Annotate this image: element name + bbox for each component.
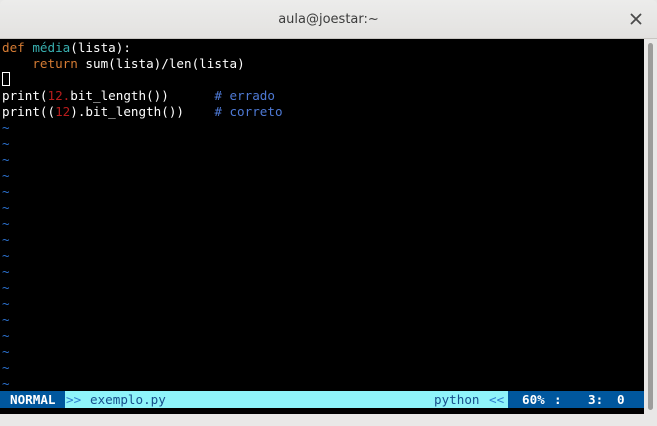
empty-line-marker: ~ [2, 280, 10, 295]
filetype-label: python [434, 392, 480, 407]
code-line: print((12).bit_length()) # correto [2, 104, 283, 120]
empty-line-marker: ~ [2, 120, 10, 135]
code-token: 12 [55, 104, 71, 119]
text-cursor [2, 72, 10, 86]
code-token: sum(lista)/len(lista) [77, 56, 245, 71]
terminal-window: aula@joestar:~ def média(lista): return … [0, 0, 657, 426]
code-token: print(( [2, 104, 56, 119]
empty-line-marker: ~ [2, 376, 10, 391]
empty-line-marker: ~ [2, 168, 10, 183]
empty-line-marker: ~ [2, 296, 10, 311]
window-title: aula@joestar:~ [278, 12, 379, 27]
position-block: 60% : 3: 0 [508, 391, 644, 408]
right-separator: << [489, 392, 505, 407]
empty-line-marker: ~ [2, 200, 10, 215]
empty-line-marker: ~ [2, 264, 10, 279]
code-token: def [2, 40, 33, 55]
code-line [2, 72, 10, 88]
vim-editor-area[interactable]: def média(lista): return sum(lista)/len(… [0, 39, 644, 414]
empty-line-marker: ~ [2, 344, 10, 359]
code-token: (lista): [70, 40, 131, 55]
empty-line-marker: ~ [2, 152, 10, 167]
code-token: # correto [214, 104, 283, 119]
title-bar[interactable]: aula@joestar:~ [0, 0, 657, 39]
empty-line-marker: ~ [2, 184, 10, 199]
scrollbar[interactable] [644, 39, 657, 414]
empty-line-marker: ~ [2, 136, 10, 151]
scrollbar-thumb[interactable] [648, 43, 653, 410]
mode-indicator: NORMAL [0, 391, 65, 408]
code-line: print(12.bit_length()) # errado [2, 88, 275, 104]
code-token: ).bit_length()) [70, 104, 215, 119]
line-number: 3: [588, 392, 604, 407]
window-bottom-frame [0, 414, 657, 426]
close-icon[interactable] [628, 11, 644, 27]
code-token: print( [2, 88, 48, 103]
code-token: return [32, 56, 78, 71]
empty-line-marker: ~ [2, 232, 10, 247]
empty-line-marker: ~ [2, 216, 10, 231]
percent-label: 60% [522, 392, 545, 407]
percent-colon: : [554, 392, 562, 407]
code-line: return sum(lista)/len(lista) [2, 56, 245, 72]
code-token: média [32, 40, 71, 55]
filename-label: exemplo.py [90, 392, 166, 407]
empty-line-marker: ~ [2, 360, 10, 375]
empty-line-marker: ~ [2, 312, 10, 327]
left-separator: >> [66, 392, 82, 407]
vim-statusline: NORMAL >> exemplo.py python << 60% : 3: … [0, 391, 644, 408]
code-token: 12. [47, 88, 71, 103]
code-line: def média(lista): [2, 40, 131, 56]
empty-line-marker: ~ [2, 328, 10, 343]
column-number: 0 [617, 392, 625, 407]
code-token: # errado [214, 88, 275, 103]
empty-line-marker: ~ [2, 248, 10, 263]
code-token: bit_length()) [70, 88, 215, 103]
